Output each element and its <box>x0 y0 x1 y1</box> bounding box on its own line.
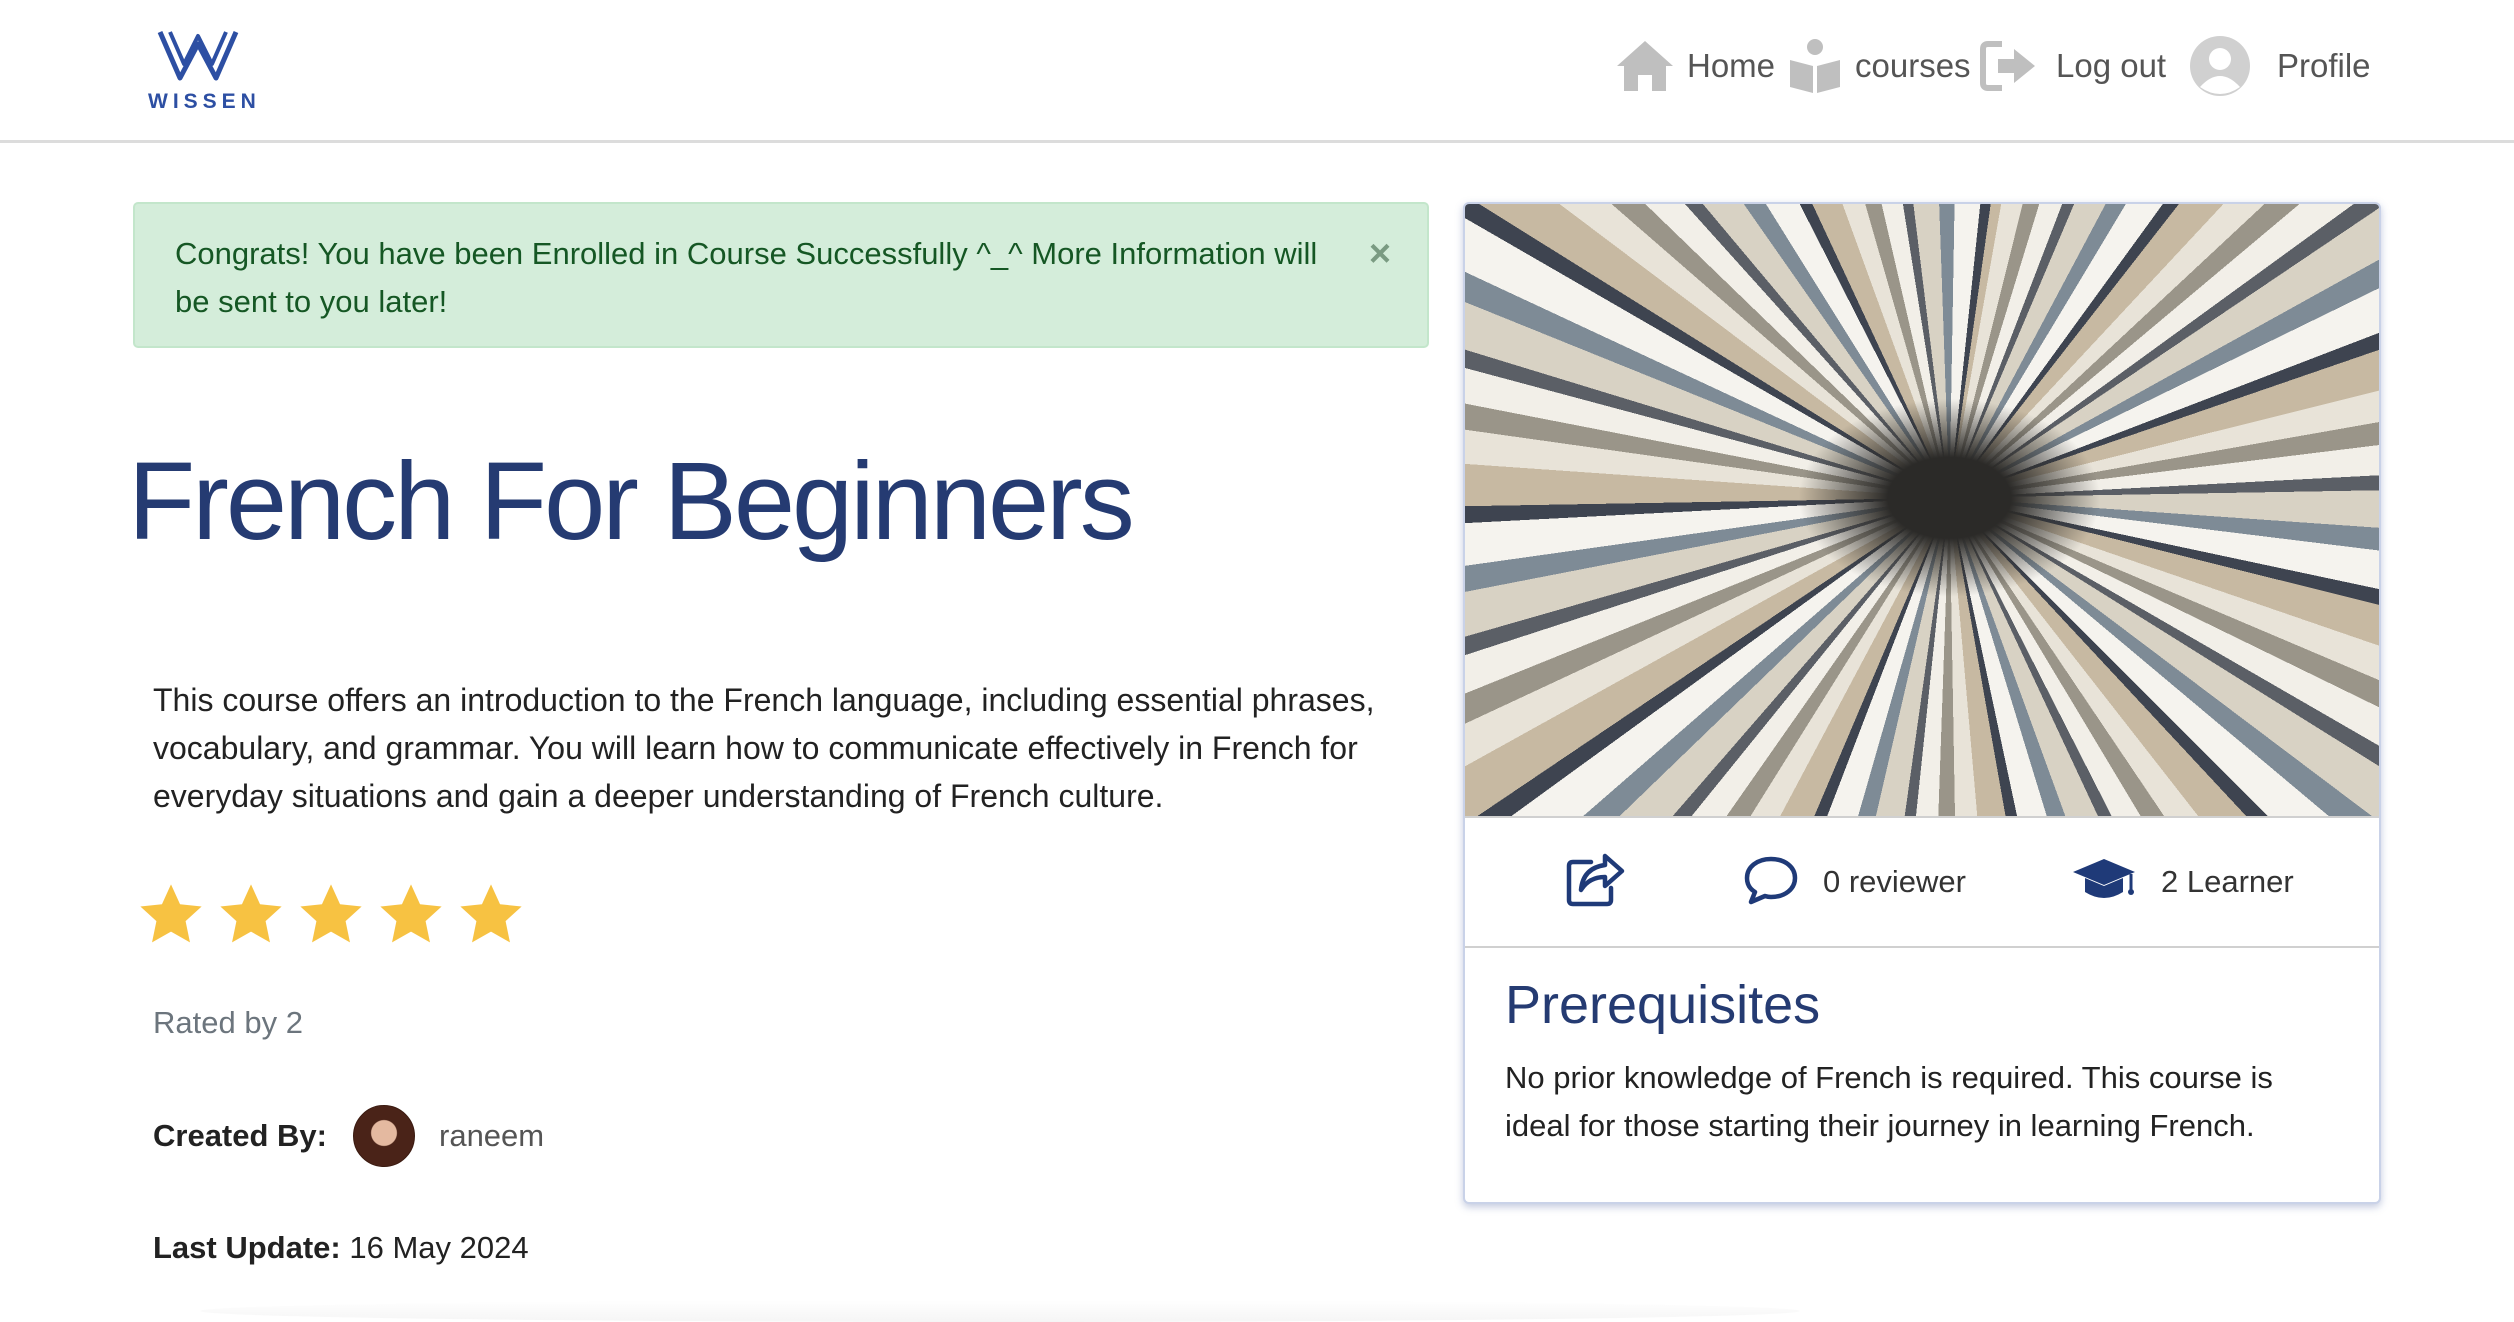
star-icon <box>140 884 202 943</box>
enrollment-success-alert: Congrats! You have been Enrolled in Cour… <box>133 202 1429 348</box>
nav-home[interactable]: Home <box>1615 36 1775 96</box>
book-reader-icon <box>1787 38 1843 94</box>
creator-avatar[interactable] <box>353 1105 415 1167</box>
logo-text: WISSEN <box>148 90 261 113</box>
share-button[interactable] <box>1565 818 1625 946</box>
nav-home-label: Home <box>1687 47 1776 84</box>
nav-logout-label: Log out <box>2056 47 2167 84</box>
alert-close-button[interactable]: × <box>1360 234 1400 274</box>
share-icon <box>1565 852 1625 913</box>
section-divider-shadow <box>200 1300 1800 1322</box>
star-icon <box>220 884 282 943</box>
creator-name[interactable]: raneem <box>439 1118 544 1154</box>
reviewers-stat[interactable]: 0 reviewer <box>1743 818 1966 946</box>
created-by-label: Created By: <box>153 1118 327 1153</box>
course-card: 0 reviewer 2 Learner Prerequisites No pr… <box>1463 202 2381 1204</box>
star-icon <box>300 884 362 943</box>
course-stats-bar: 0 reviewer 2 Learner <box>1465 816 2379 948</box>
course-title: French For Beginners <box>128 440 1135 563</box>
rated-by-text: Rated by 2 <box>153 1005 303 1040</box>
wissen-logo-mark <box>157 31 239 81</box>
star-icon <box>380 884 442 943</box>
nav-courses-label: courses <box>1855 47 1971 84</box>
nav-logout[interactable]: Log out <box>1980 36 2166 96</box>
prerequisites-text: No prior knowledge of French is required… <box>1505 1060 2273 1143</box>
prerequisites-title: Prerequisites <box>1505 975 1821 1035</box>
learners-count: 2 Learner <box>2161 864 2294 899</box>
last-update-date: 16 May 2024 <box>349 1230 529 1265</box>
top-navbar: WISSEN Home courses Log out Profile <box>0 0 2514 143</box>
wissen-logo[interactable]: WISSEN <box>148 26 261 116</box>
user-avatar-icon <box>2189 35 2251 97</box>
course-description: This course offers an introduction to th… <box>153 682 1375 814</box>
star-rating <box>136 880 526 950</box>
graduation-cap-icon <box>2071 856 2137 909</box>
reviewers-count: 0 reviewer <box>1823 864 1966 899</box>
course-cover-image <box>1465 204 2379 816</box>
alert-message: Congrats! You have been Enrolled in Cour… <box>175 236 1318 319</box>
learners-stat: 2 Learner <box>2071 818 2294 946</box>
star-icon <box>460 884 522 943</box>
sign-out-icon <box>1980 40 2038 92</box>
nav-profile-label: Profile <box>2277 47 2371 84</box>
last-update-label: Last Update: <box>153 1230 341 1265</box>
last-update-row: Last Update: 16 May 2024 <box>153 1230 529 1266</box>
nav-courses[interactable]: courses <box>1787 36 1971 96</box>
nav-profile[interactable]: Profile <box>2189 36 2371 96</box>
comment-icon <box>1743 855 1799 910</box>
created-by-row: Created By: raneem <box>153 1105 544 1167</box>
home-icon <box>1615 39 1675 93</box>
